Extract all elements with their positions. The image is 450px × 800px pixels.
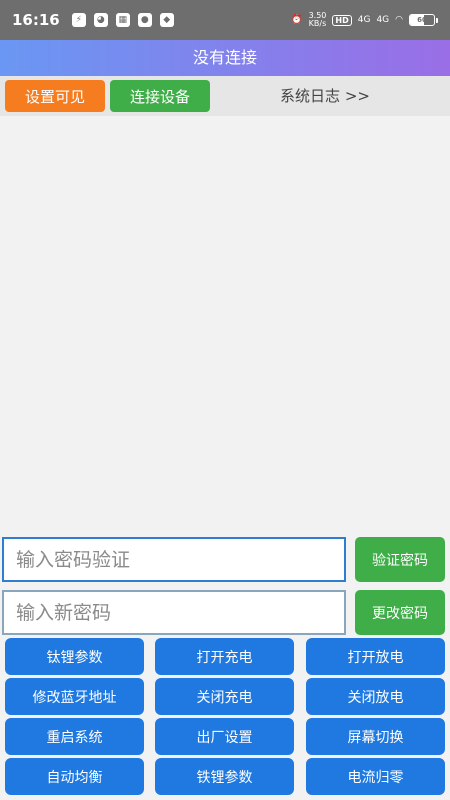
qq-icon: ◕ xyxy=(93,13,108,27)
system-log-link[interactable]: 系统日志 >> xyxy=(260,76,390,116)
battery-level: 60 xyxy=(417,16,427,24)
disable-discharge-button[interactable]: 关闭放电 xyxy=(306,678,445,715)
factory-reset-button[interactable]: 出厂设置 xyxy=(155,718,294,755)
connect-device-button[interactable]: 连接设备 xyxy=(110,80,210,112)
alarm-icon: ⏰ xyxy=(291,15,303,25)
titanium-lithium-params-button[interactable]: 钛锂参数 xyxy=(5,638,144,675)
bird-app-icon: ● xyxy=(137,13,152,27)
restart-system-button[interactable]: 重启系统 xyxy=(5,718,144,755)
education-app-icon: ◆ xyxy=(159,13,174,27)
verify-password-button[interactable]: 验证密码 xyxy=(355,537,445,582)
switch-screen-button[interactable]: 屏幕切换 xyxy=(306,718,445,755)
signal-icon-1: 4G xyxy=(357,15,371,25)
log-area xyxy=(0,116,450,534)
change-password-button[interactable]: 更改密码 xyxy=(355,590,445,635)
status-bar-right: ⏰ 3.50 KB/s HD 4G 4G ◠ 60 xyxy=(291,12,438,28)
network-speed: 3.50 KB/s xyxy=(309,12,327,28)
auto-balance-button[interactable]: 自动均衡 xyxy=(5,758,144,795)
set-visible-button[interactable]: 设置可见 xyxy=(5,80,105,112)
clock: 16:16 xyxy=(12,11,60,29)
disable-charge-button[interactable]: 关闭充电 xyxy=(155,678,294,715)
connection-status-title: 没有连接 xyxy=(0,40,450,76)
hd-icon: HD xyxy=(332,14,352,26)
signal-icon-2: 4G xyxy=(376,15,390,25)
enable-discharge-button[interactable]: 打开放电 xyxy=(306,638,445,675)
new-password-input[interactable] xyxy=(2,590,346,635)
iron-lithium-params-button[interactable]: 铁锂参数 xyxy=(155,758,294,795)
photo-app-icon: ▦ xyxy=(115,13,130,27)
enable-charge-button[interactable]: 打开充电 xyxy=(155,638,294,675)
battery-icon: 60 xyxy=(409,14,438,26)
lightning-app-icon: ⚡ xyxy=(71,13,86,27)
wifi-icon: ◠ xyxy=(395,15,403,25)
network-speed-unit: KB/s xyxy=(308,19,327,28)
status-bar: 16:16 ⚡ ◕ ▦ ● ◆ ⏰ 3.50 KB/s HD 4G 4G ◠ 6… xyxy=(0,0,450,40)
status-bar-left: 16:16 ⚡ ◕ ▦ ● ◆ xyxy=(12,11,174,29)
modify-bluetooth-address-button[interactable]: 修改蓝牙地址 xyxy=(5,678,144,715)
verify-password-input[interactable] xyxy=(2,537,346,582)
toolbar: 设置可见 连接设备 系统日志 >> xyxy=(0,76,450,116)
zero-current-button[interactable]: 电流归零 xyxy=(306,758,445,795)
